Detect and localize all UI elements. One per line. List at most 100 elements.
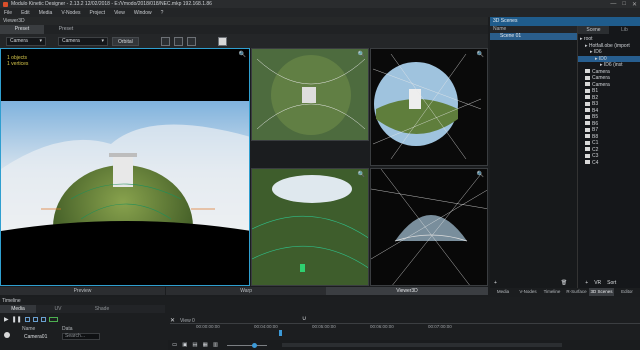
- tab-warp[interactable]: Warp: [166, 287, 326, 295]
- viewport-bottom-middle[interactable]: 🔍: [251, 168, 369, 286]
- tab-preset-1[interactable]: Preset: [0, 25, 44, 34]
- orbital-button[interactable]: Orbital: [112, 36, 139, 46]
- tab-viewer3d[interactable]: Viewer3D: [326, 287, 488, 295]
- play-icon[interactable]: ▶: [4, 316, 9, 323]
- tab-v-nodes-panel[interactable]: V-Nodes: [516, 288, 540, 296]
- folder-icon[interactable]: ▭: [172, 342, 177, 348]
- tab-3d-scenes-panel[interactable]: 3D Scenes: [589, 288, 614, 296]
- tree-item[interactable]: C4: [578, 160, 640, 167]
- menu-window[interactable]: Window: [134, 10, 152, 16]
- viewport-bottom-right[interactable]: 🔍: [370, 168, 488, 286]
- tab-preset-2[interactable]: Preset: [44, 25, 88, 34]
- zoom-slider-handle[interactable]: [252, 342, 258, 348]
- pause-icon[interactable]: ❚❚: [12, 316, 22, 323]
- menu-media[interactable]: Media: [39, 10, 53, 16]
- timeline-title: Timeline: [2, 298, 21, 304]
- tree-item-label: Camera: [592, 75, 610, 81]
- magnet-icon[interactable]: ∪: [302, 315, 306, 322]
- viewer-panel-title: Viewer3D: [0, 17, 488, 25]
- menu-project[interactable]: Project: [90, 10, 106, 16]
- viewer-toolbar: Camera ▾ Camera ▾ Orbital: [0, 34, 488, 48]
- tab-r-surface-panel[interactable]: R-Surface: [564, 288, 589, 296]
- scene-actions: + 🗑 + VR Sort: [490, 278, 640, 288]
- timeline-scrollbar[interactable]: [282, 343, 563, 347]
- timeline-col-name: Name: [22, 326, 36, 332]
- scene-list-panel: Name Scene 01: [490, 26, 578, 288]
- layer-visibility-icon[interactable]: [4, 332, 10, 338]
- preset-tabstrip: Preset Preset: [0, 25, 488, 34]
- playhead[interactable]: [279, 330, 282, 336]
- loop-icon[interactable]: [24, 317, 30, 322]
- add-scene-icon[interactable]: +: [494, 280, 497, 286]
- scene-tree: ▸ root ▸ Hotfall.obe (import ▸ ID6 ▸ ID0 ▸ I…: [578, 34, 640, 166]
- camera-icon[interactable]: [217, 36, 227, 46]
- tree-item-label: Hotfall.obe (import: [588, 42, 630, 49]
- tab-lib[interactable]: Lib: [609, 26, 640, 34]
- tab-preview[interactable]: Preview: [0, 287, 165, 295]
- link-icon[interactable]: ▥: [213, 342, 218, 348]
- minimize-button[interactable]: —: [610, 1, 616, 8]
- camera-dropdown-2[interactable]: Camera ▾: [58, 36, 108, 46]
- scene-list-item[interactable]: Scene 01: [490, 33, 577, 40]
- timeline-footer: ▭ ▣ ▤ ▦ ▥: [168, 340, 640, 350]
- timeline-search-input[interactable]: Search...: [62, 333, 100, 340]
- layer-name[interactable]: Camera01: [24, 334, 47, 340]
- camera-icon[interactable]: ▣: [182, 342, 187, 348]
- folder-icon: [585, 108, 590, 113]
- ruler-tick: 00:05:00:00: [312, 324, 336, 329]
- folder-icon: [585, 140, 590, 145]
- tree-item-label: ID6: [593, 49, 602, 55]
- tab-scene[interactable]: Scene: [578, 26, 609, 34]
- main-viewport[interactable]: 1 objects 1 vertices 🔍: [0, 48, 250, 286]
- scenes-panel-title: 3D Scenes: [490, 17, 640, 26]
- tree-item-label: C1: [592, 140, 599, 146]
- folder-icon: [585, 88, 590, 93]
- viewport-top-right[interactable]: 🔍: [370, 48, 488, 166]
- viewport-top-right-render: [372, 53, 482, 160]
- ruler-tick: 00:06:00:00: [370, 324, 394, 329]
- record-icon[interactable]: [40, 317, 46, 322]
- delete-icon[interactable]: 🗑: [561, 280, 567, 286]
- menu-help[interactable]: ?: [161, 10, 164, 16]
- scene-list-header: Name: [490, 26, 577, 33]
- menu-file[interactable]: File: [4, 10, 12, 16]
- menu-view[interactable]: View: [114, 10, 125, 16]
- close-button[interactable]: ✕: [632, 1, 637, 8]
- tab-editor-panel[interactable]: Editor: [614, 288, 640, 296]
- menu-v-nodes[interactable]: V-Nodes: [61, 10, 80, 16]
- zoom-icon[interactable]: 🔍: [477, 171, 484, 178]
- zoom-icon[interactable]: 🔍: [358, 51, 365, 58]
- zoom-icon[interactable]: 🔍: [358, 171, 365, 178]
- menu-edit[interactable]: Edit: [21, 10, 30, 16]
- layout-single-icon[interactable]: [160, 36, 170, 46]
- chevron-down-icon: ▾: [101, 38, 104, 44]
- add-object-icon[interactable]: +: [585, 280, 588, 286]
- tab-timeline-shade[interactable]: Shade: [80, 305, 124, 313]
- layout-quad-icon[interactable]: [186, 36, 196, 46]
- zoom-icon[interactable]: 🔍: [477, 51, 484, 58]
- scene-tree-tabs: Scene Lib: [578, 26, 640, 34]
- scene-tree-panel: Scene Lib ▸ root ▸ Hotfall.obe (import ▸ I…: [578, 26, 640, 288]
- viewport-top-middle[interactable]: 🔍: [251, 48, 369, 141]
- tree-item-label: B3: [592, 101, 599, 107]
- tree-item-label: ID0: [598, 55, 607, 62]
- layout-grid-icon[interactable]: [173, 36, 183, 46]
- grid-icon[interactable]: ▦: [203, 342, 208, 348]
- tree-item-label: B7: [592, 127, 599, 133]
- vr-button[interactable]: VR: [594, 280, 601, 286]
- menu-bar: File Edit Media V-Nodes Project View Win…: [0, 8, 640, 17]
- tab-timeline-panel[interactable]: Timeline: [540, 288, 564, 296]
- green-mode-icon[interactable]: [48, 317, 58, 322]
- tab-media-panel[interactable]: Media: [490, 288, 516, 296]
- tree-item-label: B4: [592, 107, 599, 114]
- layer-icon[interactable]: ▤: [192, 342, 197, 348]
- app-logo-icon: [3, 1, 8, 7]
- tab-timeline-media[interactable]: Media: [0, 305, 36, 313]
- maximize-button[interactable]: □: [622, 1, 626, 8]
- tab-timeline-uv[interactable]: UV: [36, 305, 80, 313]
- camera-dropdown-1[interactable]: Camera ▾: [6, 36, 46, 46]
- zoom-slider-track[interactable]: [227, 344, 268, 346]
- zoom-icon[interactable]: 🔍: [239, 51, 246, 58]
- step-icon[interactable]: [32, 317, 38, 322]
- sort-button[interactable]: Sort: [607, 280, 616, 286]
